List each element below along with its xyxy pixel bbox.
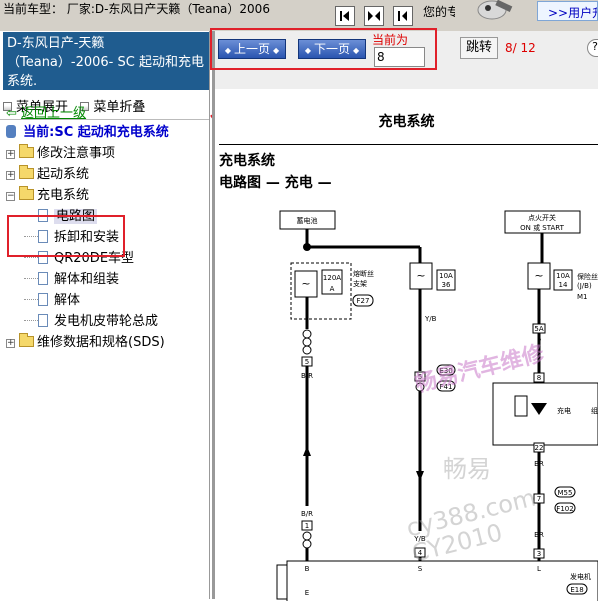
subsection-heading: 电路图 — 充电 — [219, 175, 332, 191]
svg-text:M1: M1 [577, 293, 588, 301]
back-link[interactable]: ⇦ 返回上一级 [6, 104, 86, 124]
svg-text:7: 7 [537, 495, 541, 503]
current-label: 当前:SC 起动和充电系统 [23, 125, 169, 140]
tree-item-folder[interactable]: + 起动系统 [6, 165, 89, 185]
tree-item-folder[interactable]: + 修改注意事项 [6, 144, 115, 164]
tree-item-label[interactable]: 解体和组装 [54, 272, 119, 287]
svg-text:熔断丝: 熔断丝 [353, 269, 374, 278]
watermark: 畅易 [443, 455, 491, 483]
tree-connector [24, 278, 38, 279]
svg-text:F27: F27 [357, 297, 370, 305]
svg-text:A: A [330, 285, 335, 293]
battery-label: 蓄电池 [297, 216, 318, 225]
tree-connector [24, 320, 38, 321]
svg-text:10A: 10A [439, 272, 453, 280]
page-icon [38, 293, 48, 306]
svg-text:~: ~ [416, 269, 425, 282]
ignition-mode: ON 或 START [520, 223, 565, 232]
help-text: 您的专 [423, 5, 455, 19]
highlight-box [7, 215, 125, 257]
tree-item-folder[interactable]: + 维修数据和规格(SDS) [6, 333, 165, 353]
nav-back-icon[interactable] [393, 6, 413, 26]
expand-plus-icon[interactable]: + [6, 150, 15, 159]
svg-text:B/R: B/R [301, 510, 313, 518]
nav-fit-icon[interactable] [364, 6, 384, 26]
doc-header: D-东风日产-天籁（Teana）-2006- SC 起动和充电系统. [3, 32, 209, 90]
svg-text:L: L [537, 565, 541, 573]
svg-text:(J/B): (J/B) [577, 282, 592, 290]
svg-text:3: 3 [537, 550, 541, 558]
highlight-box [210, 28, 437, 70]
svg-text:22: 22 [535, 444, 544, 452]
collapse-minus-icon[interactable]: − [6, 192, 15, 201]
svg-text:1: 1 [305, 522, 309, 530]
wiring-diagram: 蓄电池 点火开关 ON 或 START ~ 120A A 熔断丝 支架 F27 … [276, 210, 598, 601]
tree-item-label[interactable]: 充电系统 [37, 188, 89, 203]
tree-item-label[interactable]: 修改注意事项 [37, 146, 115, 161]
svg-text:10A: 10A [556, 272, 570, 280]
svg-text:E: E [305, 589, 309, 597]
svg-text:5: 5 [305, 358, 309, 366]
tree-connector [24, 299, 38, 300]
svg-text:~: ~ [534, 269, 543, 282]
mascot-icon [462, 0, 532, 22]
side-tab-icon[interactable]: ? [587, 39, 598, 57]
menu-collapse-link[interactable]: 菜单折叠 [93, 100, 145, 115]
folder-icon [19, 165, 34, 179]
tree-item-label[interactable]: 解体 [54, 293, 80, 308]
tree-item-folder-open[interactable]: − 充电系统 [6, 186, 89, 206]
folder-icon [19, 333, 34, 347]
svg-text:支架: 支架 [353, 279, 367, 288]
tree-item-page[interactable]: 发电机皮带轮总成 [24, 312, 158, 332]
folder-icon [19, 144, 34, 158]
svg-text:5A: 5A [534, 325, 543, 333]
page-icon [38, 272, 48, 285]
db-icon [6, 125, 16, 138]
svg-text:Y/B: Y/B [424, 315, 437, 323]
divider [219, 144, 598, 145]
svg-text:14: 14 [559, 281, 568, 289]
tree-item-page[interactable]: 解体和组装 [24, 270, 119, 290]
svg-text:发电机: 发电机 [570, 572, 591, 581]
svg-text:充电: 充电 [557, 406, 571, 415]
back-arrow-icon: ⇦ [6, 106, 17, 121]
expand-plus-icon[interactable]: + [6, 171, 15, 180]
tree-item-label[interactable]: 发电机皮带轮总成 [54, 314, 158, 329]
jump-button[interactable]: 跳转 [460, 37, 498, 59]
svg-text:8: 8 [537, 374, 541, 382]
tree-item-label[interactable]: 起动系统 [37, 167, 89, 182]
expand-plus-icon[interactable]: + [6, 339, 15, 348]
section-heading: 充电系统 [219, 153, 275, 169]
folder-open-icon [19, 186, 34, 200]
top-bar: 当前车型： 厂家:D-东风日产天籁（Teana）2006 您的专 >>用户升 [0, 0, 598, 31]
svg-text:组: 组 [591, 406, 598, 415]
doc-title: 充电系统 [378, 114, 435, 130]
right-pane: ◆ 上一页 ◆ ◆ 下一页 ◆ 当前为 8 跳转 8/ 12 ? 充电系统 充电系统 电… [210, 28, 598, 601]
page-counter: 8/ 12 [505, 41, 536, 55]
page-toolbar: ◆ 上一页 ◆ ◆ 下一页 ◆ 当前为 8 跳转 8/ 12 ? [210, 28, 598, 89]
ignition-label: 点火开关 [528, 213, 556, 222]
svg-text:M55: M55 [558, 489, 573, 497]
svg-text:F102: F102 [556, 505, 573, 513]
svg-text:~: ~ [301, 277, 310, 290]
tree-item-label[interactable]: 维修数据和规格(SDS) [37, 335, 165, 350]
svg-text:保险丝: 保险丝 [577, 272, 598, 281]
tree-item-page[interactable]: 解体 [24, 291, 80, 311]
svg-text:B: B [305, 565, 310, 573]
svg-text:120A: 120A [323, 274, 341, 282]
svg-text:E18: E18 [570, 586, 583, 594]
svg-text:36: 36 [442, 281, 451, 289]
vehicle-title: 当前车型： 厂家:D-东风日产天籁（Teana）2006 [3, 2, 270, 16]
nav-first-icon[interactable] [335, 6, 355, 26]
user-upgrade-link[interactable]: >>用户升 [537, 1, 598, 21]
svg-text:BR: BR [534, 531, 544, 539]
tree-connector [24, 257, 38, 258]
current-section: 当前:SC 起动和充电系统 [6, 123, 169, 143]
back-label[interactable]: 返回上一级 [21, 106, 86, 121]
page-icon [38, 314, 48, 327]
